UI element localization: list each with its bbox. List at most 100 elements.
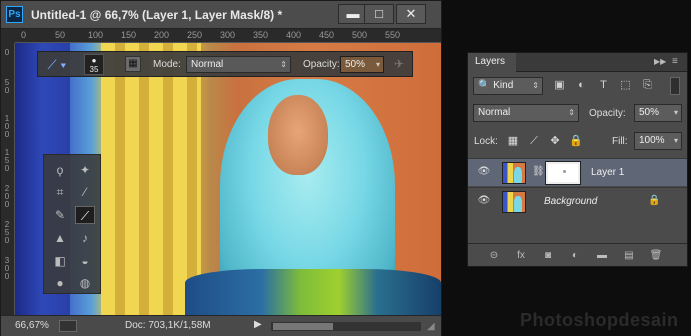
ruler-tick: 300 [220, 30, 236, 40]
ruler-tick: 2 5 0 [4, 220, 10, 245]
layer-row[interactable]: 👁 ⛓ Layer 1 [468, 158, 687, 186]
brush-panel-toggle-icon[interactable]: ▦ [125, 56, 141, 72]
folder-icon[interactable]: ▬ [594, 249, 610, 263]
collapse-icon[interactable]: ▶▶ [654, 57, 666, 66]
thumbnail-figure [514, 196, 522, 212]
layer-row[interactable]: 👁 Background 🔒 [468, 187, 687, 215]
ruler-tick: 50 [55, 30, 66, 40]
ruler-tick: 0 [21, 30, 27, 40]
thumbnail-figure [514, 167, 522, 183]
chain-icon[interactable]: ⛓ [532, 166, 545, 177]
brush-tool-icon[interactable]: ⟋ [75, 206, 95, 224]
lasso-icon[interactable]: ϙ [50, 161, 70, 179]
tab-layers[interactable]: Layers [468, 53, 516, 72]
layer-opacity-value: 50% [639, 107, 660, 118]
tool-options-bar: ⟋ ▾ ● 35 ▦ Mode: Normal ⇕ Opacity: 50% ▾ ✈ [37, 51, 413, 77]
mode-select[interactable]: Normal ⇕ [186, 56, 291, 73]
dodge-icon[interactable]: ◍ [75, 274, 95, 292]
chevron-down-icon: ▾ [375, 60, 380, 69]
status-menu-arrow[interactable]: ▶ [254, 319, 262, 330]
ps-logo-icon: Ps [6, 6, 23, 23]
layers-panel-footer: ⊝ fx ◙ ◐ ▬ ▤ 🗑 [468, 243, 687, 266]
magic-wand-icon[interactable]: ✦ [75, 161, 95, 179]
adjustment-icon[interactable]: ◐ [567, 249, 583, 263]
trash-icon[interactable]: 🗑 [648, 249, 664, 263]
eyedropper-icon[interactable]: ⁄ [75, 183, 95, 201]
kind-filter-select[interactable]: 🔍 Kind ⇕ [473, 77, 543, 95]
zoom-level[interactable]: 66,67% [15, 320, 49, 331]
layer-name[interactable]: Background [544, 196, 597, 207]
proof-icon[interactable] [59, 320, 77, 332]
layers-panel: Layers ▶▶ ≡ 🔍 Kind ⇕ ▣ ◐ T ⬚ ⎘ Normal ⇕ Op… [467, 52, 688, 267]
eye-icon[interactable]: 👁 [477, 195, 491, 207]
layer-thumbnail[interactable] [502, 191, 526, 213]
close-button[interactable]: ✕ [396, 4, 426, 24]
person-face [268, 95, 328, 175]
ruler-tick: 450 [319, 30, 335, 40]
image-canvas[interactable]: ϙ ✦ ⌗ ⁄ ✎ ⟋ ▲ ♪ ◧ ◒ ● ◍ [15, 43, 441, 315]
resize-grip-icon[interactable]: ◢ [427, 321, 439, 333]
image-filter-icon[interactable]: ▣ [552, 78, 567, 93]
history-brush-icon[interactable]: ♪ [75, 229, 95, 247]
document-titlebar[interactable]: Ps Untitled-1 @ 66,7% (Layer 1, Layer Ma… [1, 1, 441, 29]
new-layer-icon[interactable]: ▤ [621, 249, 637, 263]
airbrush-icon[interactable]: ✈ [390, 56, 408, 73]
smart-object-filter-icon[interactable]: ⎘ [640, 78, 655, 93]
lock-position-icon[interactable]: ✥ [548, 134, 562, 148]
ruler-tick: 5 0 [4, 78, 10, 95]
document-title: Untitled-1 @ 66,7% (Layer 1, Layer Mask/… [31, 8, 283, 22]
stamp-icon[interactable]: ▲ [50, 229, 70, 247]
crop-icon[interactable]: ⌗ [50, 183, 70, 201]
chevron-down-icon: ▾ [673, 136, 678, 145]
blend-mode-select[interactable]: Normal ⇕ [473, 104, 579, 122]
layer-mask-thumbnail[interactable] [545, 161, 581, 185]
panel-menu-icon[interactable]: ≡ [672, 56, 678, 67]
person-shirt [185, 269, 441, 315]
brush-size-picker[interactable]: ● 35 [84, 54, 104, 75]
fx-icon[interactable]: fx [513, 249, 529, 263]
mask-icon[interactable]: ◙ [540, 249, 556, 263]
layer-thumbnail[interactable] [502, 162, 526, 184]
tools-panel: ϙ ✦ ⌗ ⁄ ✎ ⟋ ▲ ♪ ◧ ◒ ● ◍ [43, 154, 101, 294]
lock-pixels-icon[interactable]: ⟋ [527, 134, 541, 148]
opacity-value: 50% [345, 59, 366, 70]
maximize-button[interactable]: □ [364, 4, 394, 24]
layer-name[interactable]: Layer 1 [591, 167, 624, 178]
adjustment-filter-icon[interactable]: ◐ [574, 78, 589, 93]
ruler-corner[interactable] [1, 29, 15, 43]
ruler-tick: 200 [154, 30, 170, 40]
lock-label: Lock: [474, 136, 498, 147]
updown-arrow-icon: ⇕ [568, 108, 575, 117]
eye-icon[interactable]: 👁 [477, 166, 491, 178]
lock-transparent-icon[interactable]: ▦ [506, 134, 520, 148]
eraser-icon[interactable]: ◧ [50, 252, 70, 270]
shape-filter-icon[interactable]: ⬚ [618, 78, 633, 93]
blur-icon[interactable]: ● [50, 274, 70, 292]
ruler-left[interactable]: 0 5 0 1 0 0 1 5 0 2 0 0 2 5 0 3 0 0 [1, 43, 15, 315]
horizontal-scrollbar[interactable] [271, 322, 421, 331]
mask-dot [563, 170, 566, 173]
link-icon[interactable]: ⊝ [486, 249, 502, 263]
chevron-down-icon: ▾ [673, 108, 678, 117]
ruler-top[interactable]: 0 50 100 150 200 250 300 350 400 450 500… [15, 29, 441, 43]
mode-label: Mode: [153, 59, 181, 70]
opacity-field[interactable]: 50% ▾ [340, 56, 384, 73]
lock-all-icon[interactable]: 🔒 [569, 134, 583, 148]
ruler-tick: 2 0 0 [4, 184, 10, 209]
ruler-tick: 250 [187, 30, 203, 40]
ruler-tick: 500 [352, 30, 368, 40]
ruler-tick: 350 [253, 30, 269, 40]
fill-field[interactable]: 100% ▾ [634, 132, 682, 150]
ruler-tick: 150 [121, 30, 137, 40]
scrollbar-thumb[interactable] [273, 323, 333, 330]
healing-icon[interactable]: ✎ [50, 206, 70, 224]
filter-toggle[interactable] [670, 77, 680, 95]
type-filter-icon[interactable]: T [596, 78, 611, 93]
ruler-tick: 400 [286, 30, 302, 40]
layer-opacity-field[interactable]: 50% ▾ [634, 104, 682, 122]
layers-panel-header: Layers ▶▶ ≡ [468, 53, 687, 72]
brush-icon[interactable]: ⟋ ▾ [44, 56, 70, 73]
brush-size-value: 35 [89, 65, 99, 74]
gradient-icon[interactable]: ◒ [75, 252, 95, 270]
ruler-tick: 3 0 0 [4, 256, 10, 281]
